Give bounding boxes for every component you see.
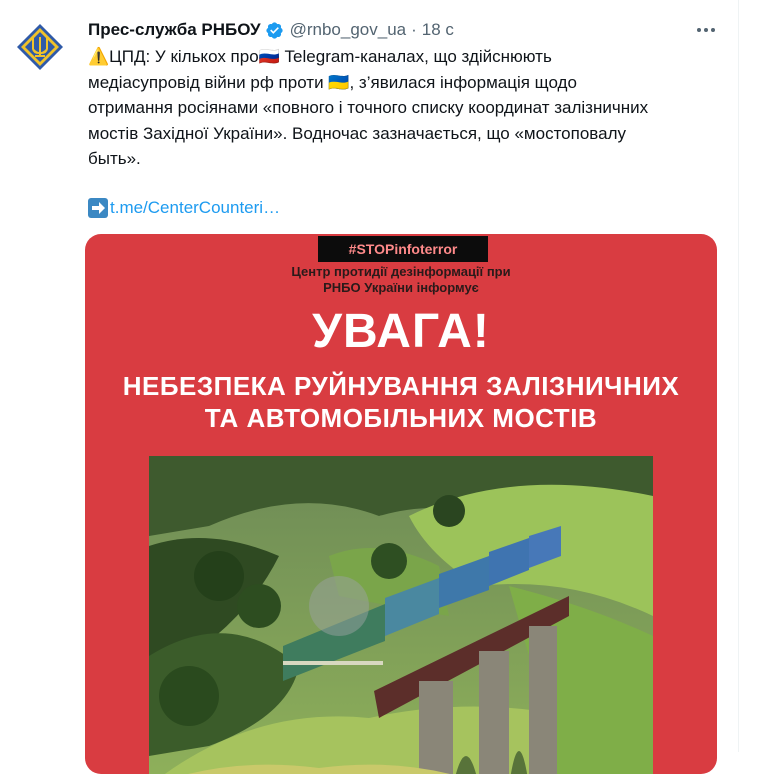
verified-badge-icon xyxy=(265,21,283,39)
card-warning-line: НЕБЕЗПЕКА РУЙНУВАННЯ ЗАЛІЗНИЧНИХ xyxy=(122,371,680,401)
user-handle[interactable]: @rnbo_gov_ua xyxy=(290,19,407,41)
more-options-button[interactable] xyxy=(693,19,719,41)
separator-dot: · xyxy=(411,20,417,39)
avatar[interactable] xyxy=(15,22,65,72)
tweet-header: Прес-служба РНБОУ @rnbo_gov_ua · 18 с xyxy=(88,19,454,41)
tweet-text-line: мостів Західної України». Водночас зазна… xyxy=(88,123,626,143)
card-subtitle-line: Центр протидії дезінформації при xyxy=(291,264,511,279)
tweet-media-image[interactable]: #STOPinfoterror Центр протидії дезінформ… xyxy=(85,234,717,774)
timestamp[interactable]: 18 с xyxy=(422,19,454,41)
hashtag-banner: #STOPinfoterror xyxy=(318,236,488,262)
right-arrow-emoji-icon xyxy=(88,198,108,218)
tweet-link[interactable]: t.me/CenterCounteri… xyxy=(110,196,280,220)
timeline-right-border xyxy=(738,0,739,752)
tweet-text: ⚠️ЦПД: У кількох про🇷🇺 Telegram-каналах,… xyxy=(88,44,718,172)
tweet-text-line: ⚠️ЦПД: У кількох про🇷🇺 Telegram-каналах,… xyxy=(88,47,552,66)
tweet-link-row: t.me/CenterCounteri… xyxy=(88,196,280,220)
card-warning-line: ТА АВТОМОБІЛЬНИХ МОСТІВ xyxy=(204,403,598,433)
more-options-icon xyxy=(697,28,715,32)
card-headline: УВАГА! xyxy=(312,305,490,358)
display-name[interactable]: Прес-служба РНБОУ xyxy=(88,19,261,41)
card-subtitle-line: РНБО України інформує xyxy=(323,280,479,295)
tweet-text-line: быть». xyxy=(88,149,141,168)
tweet-text-line: медіасупровід війни рф проти 🇺🇦, з’явила… xyxy=(88,72,577,92)
railway-bridge-photo xyxy=(149,456,653,774)
tweet-text-line: отримання росіянами «повного і точного с… xyxy=(88,98,649,117)
